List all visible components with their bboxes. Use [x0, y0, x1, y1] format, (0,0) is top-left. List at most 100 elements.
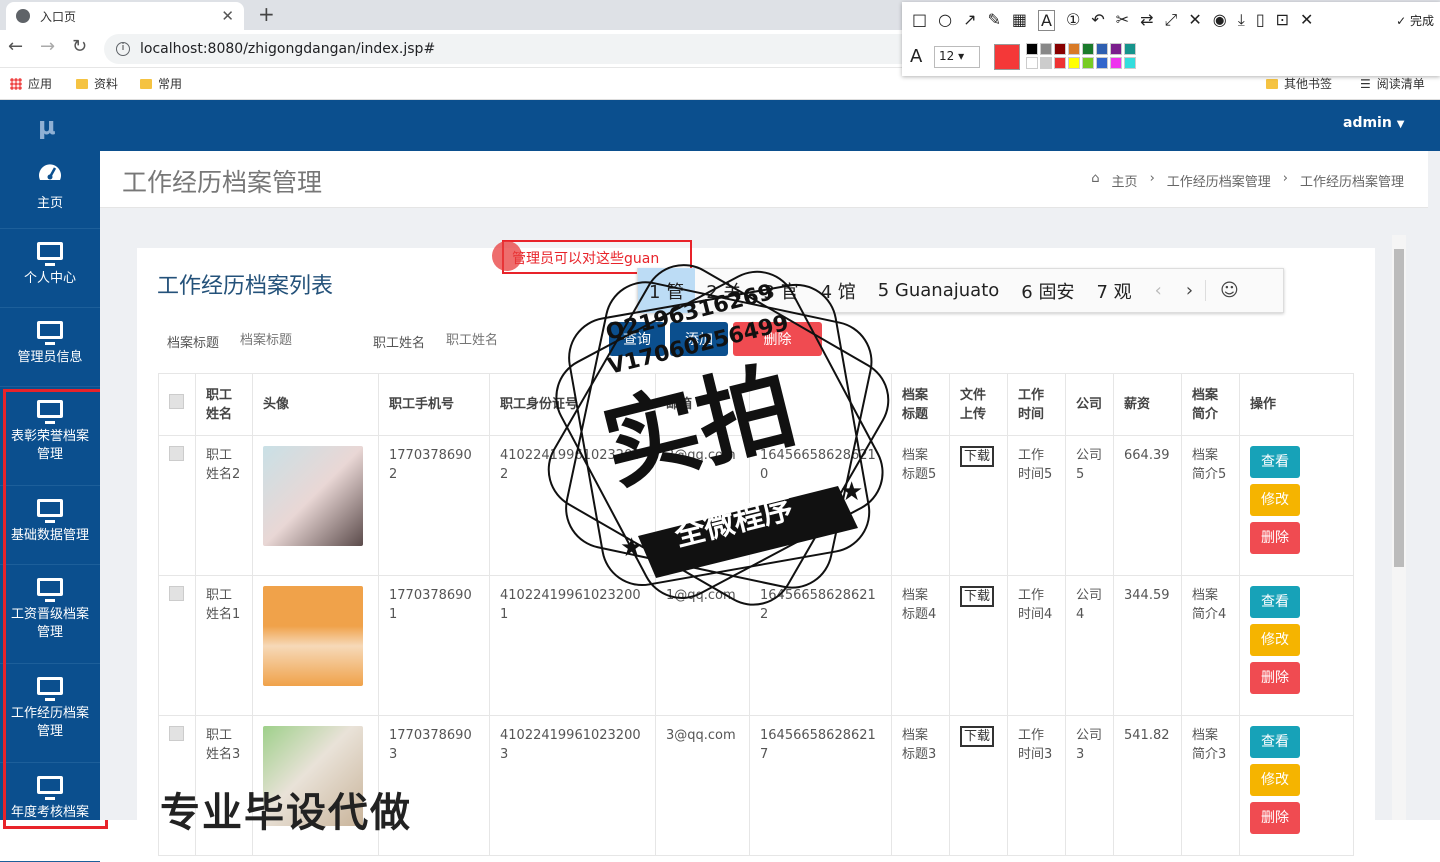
color-swatch[interactable]: [1096, 43, 1108, 55]
color-swatch[interactable]: [1068, 57, 1080, 69]
cell-actions: 查看 修改 删除: [1239, 715, 1354, 856]
avatar: [263, 446, 363, 546]
ime-prev-icon[interactable]: ‹: [1143, 280, 1174, 301]
sidebar-item-home[interactable]: 主页: [0, 151, 100, 229]
cell-email: 3@qq.com: [655, 715, 750, 856]
select-all-checkbox[interactable]: [169, 394, 184, 409]
browser-tab[interactable]: 入口页 ✕: [6, 2, 244, 30]
column-header: 职工手机号: [378, 373, 490, 436]
new-tab-icon[interactable]: +: [258, 2, 275, 26]
view-button[interactable]: 查看: [1250, 446, 1300, 478]
translate-icon[interactable]: ⇄: [1140, 10, 1153, 31]
arrow-icon[interactable]: ↗: [963, 10, 976, 31]
close-tab-icon[interactable]: ✕: [221, 7, 234, 25]
number-icon[interactable]: ①: [1066, 10, 1080, 31]
emoji-icon[interactable]: ☺: [1205, 280, 1251, 301]
color-swatch[interactable]: [1110, 57, 1122, 69]
cell-salary: 344.59: [1113, 575, 1182, 716]
color-swatch[interactable]: [1082, 57, 1094, 69]
color-swatch[interactable]: [1026, 57, 1038, 69]
pen-icon[interactable]: ✎: [988, 10, 1001, 31]
reload-icon[interactable]: ↻: [72, 36, 87, 57]
fullscreen-icon[interactable]: ⤢: [1165, 10, 1178, 31]
reading-list[interactable]: ☰ 阅读清单: [1360, 75, 1425, 92]
bookmark-label: 资料: [94, 77, 119, 91]
sidebar-item-salary[interactable]: 工资晋级档案管理: [0, 566, 100, 664]
caret-down-icon: ▼: [1396, 119, 1405, 130]
color-swatch[interactable]: [1124, 43, 1136, 55]
scrollbar-thumb[interactable]: [1394, 249, 1404, 567]
sidebar-item-admin[interactable]: 管理员信息: [0, 309, 100, 387]
back-icon[interactable]: ←: [8, 36, 23, 57]
color-swatch[interactable]: [1124, 57, 1136, 69]
forward-icon[interactable]: →: [40, 36, 55, 57]
download-link[interactable]: 下载: [960, 586, 995, 607]
color-swatch[interactable]: [1068, 43, 1080, 55]
font-size-select[interactable]: 12 ▾: [934, 46, 980, 68]
sidebar-item-label: 个人中心: [23, 271, 76, 286]
ime-candidate[interactable]: 6 固安: [1010, 268, 1085, 313]
delete-button[interactable]: 删除: [1250, 662, 1300, 694]
sidebar-item-basic-data[interactable]: 基础数据管理: [0, 487, 100, 565]
download-link[interactable]: 下载: [960, 446, 995, 467]
cancel-icon[interactable]: ✕: [1300, 10, 1313, 31]
done-button[interactable]: ✓ 完成: [1396, 12, 1434, 29]
color-swatch[interactable]: [1110, 43, 1122, 55]
text-icon[interactable]: A: [1038, 10, 1055, 31]
view-button[interactable]: 查看: [1250, 726, 1300, 758]
color-swatch[interactable]: [1054, 43, 1066, 55]
breadcrumb-item[interactable]: 工作经历档案管理: [1167, 171, 1271, 190]
rectangle-icon[interactable]: □: [912, 10, 927, 31]
undo-icon[interactable]: ↶: [1091, 10, 1104, 31]
circle-icon[interactable]: ○: [938, 10, 952, 31]
crop-icon[interactable]: ✂: [1116, 10, 1129, 31]
record-icon[interactable]: ◉: [1213, 10, 1227, 31]
edit-button[interactable]: 修改: [1250, 624, 1300, 656]
tab-title: 入口页: [40, 9, 77, 24]
row-checkbox[interactable]: [169, 446, 184, 461]
delete-button[interactable]: 删除: [1250, 802, 1300, 834]
phone-icon[interactable]: ▯: [1256, 10, 1265, 31]
color-swatch[interactable]: [1026, 43, 1038, 55]
edit-button[interactable]: 修改: [1250, 484, 1300, 516]
color-swatch[interactable]: [1096, 57, 1108, 69]
edit-button[interactable]: 修改: [1250, 764, 1300, 796]
cell-name: 职工姓名1: [195, 575, 253, 716]
bookmark-folder[interactable]: 资料: [76, 75, 118, 92]
ime-candidate[interactable]: 7 观: [1085, 268, 1142, 313]
monitor-icon: [37, 400, 63, 424]
delete-button[interactable]: 删除: [1250, 522, 1300, 554]
download-icon[interactable]: ⤓: [1238, 10, 1245, 31]
view-button[interactable]: 查看: [1250, 586, 1300, 618]
mosaic-icon[interactable]: ▦: [1012, 10, 1027, 31]
column-header: 文件上传: [949, 373, 1008, 436]
bookmark-icon[interactable]: ⊡: [1276, 10, 1289, 31]
color-swatch[interactable]: [1040, 43, 1052, 55]
bookmark-other[interactable]: 其他书签: [1266, 75, 1332, 92]
color-swatch[interactable]: [1082, 43, 1094, 55]
user-menu[interactable]: admin ▼: [1343, 115, 1404, 131]
scrollbar[interactable]: [1392, 235, 1406, 820]
sidebar-item-profile[interactable]: 个人中心: [0, 230, 100, 308]
bookmark-folder[interactable]: 常用: [140, 75, 182, 92]
ime-next-icon[interactable]: ›: [1174, 280, 1205, 301]
sidebar-item-work-history[interactable]: 工作经历档案管理: [0, 665, 100, 763]
column-header: 头像: [252, 373, 379, 436]
bookmark-apps[interactable]: 应用: [10, 75, 52, 92]
sidebar-item-annual-review[interactable]: 年度考核档案: [0, 764, 100, 862]
dashboard-icon: [39, 164, 61, 180]
cell-phone: 17703786901: [378, 575, 490, 716]
row-checkbox[interactable]: [169, 726, 184, 741]
download-link[interactable]: 下载: [960, 726, 995, 747]
current-color-swatch[interactable]: [994, 44, 1020, 70]
color-swatch[interactable]: [1040, 57, 1052, 69]
cell-title: 档案标题3: [891, 715, 950, 856]
row-checkbox[interactable]: [169, 586, 184, 601]
monitor-icon: [37, 242, 63, 266]
pin-icon[interactable]: ✕: [1188, 10, 1201, 31]
font-size-value: 12: [939, 49, 955, 63]
sidebar-item-honors[interactable]: 表彰荣誉档案管理: [0, 388, 100, 486]
title-search-input[interactable]: [240, 329, 360, 351]
breadcrumb-home[interactable]: 主页: [1112, 171, 1138, 190]
color-swatch[interactable]: [1054, 57, 1066, 69]
